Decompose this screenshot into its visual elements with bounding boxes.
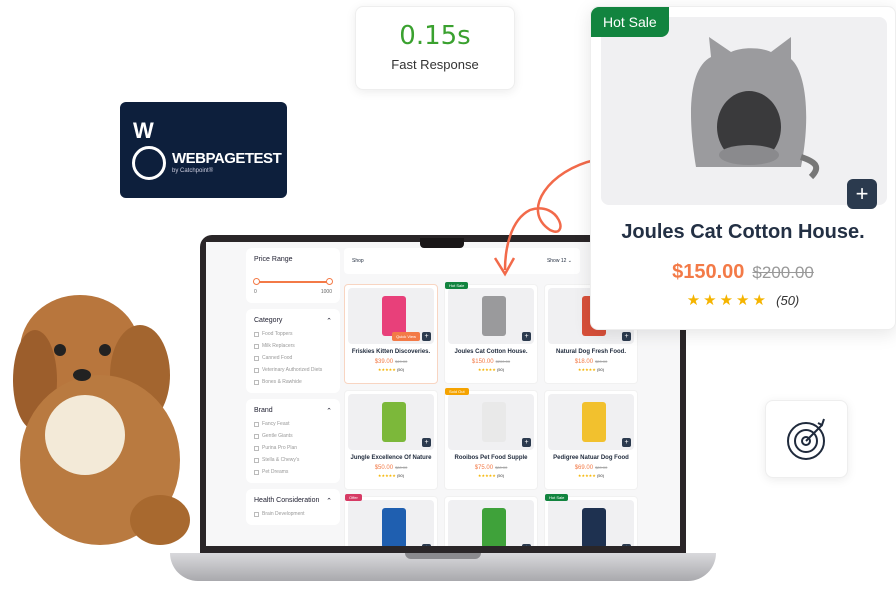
laptop-notch (405, 553, 481, 559)
price-max: 1000 (320, 289, 332, 295)
hot-sale-badge: Hot Sale (591, 7, 669, 37)
speed-card: 0.15s Fast Response (355, 6, 515, 90)
category-option[interactable]: Bones & Rawhide (254, 379, 332, 385)
product-image: + (548, 500, 634, 546)
product-card[interactable]: + (444, 496, 538, 546)
rating-stars: ★★★★★ (50) (686, 292, 800, 309)
product-image: + (348, 394, 434, 450)
product-card[interactable]: + Offer (344, 494, 438, 546)
shop-title: Shop (352, 258, 364, 264)
add-to-cart-button[interactable]: + (422, 438, 431, 447)
rating-stars: ★★★★★ (50) (477, 473, 505, 478)
product-card[interactable]: + Hot Sale Joules Cat Cotton House. $150… (444, 282, 538, 384)
product-image: + (548, 394, 634, 450)
add-to-cart-button[interactable]: + (622, 438, 631, 447)
product-image: + (448, 394, 534, 450)
brand-option[interactable]: Pet Dreams (254, 469, 332, 475)
brand-option[interactable]: Fancy Feast (254, 421, 332, 427)
speed-label: Fast Response (391, 57, 479, 72)
health-option[interactable]: Brain Development (254, 511, 332, 517)
price-range-filter: Price Range 0 1000 (246, 248, 340, 303)
product-badge: Offer (345, 494, 362, 501)
product-price: $39.00 $49.00 (374, 359, 408, 365)
add-to-cart-button[interactable]: + (422, 332, 431, 341)
target-icon (787, 418, 825, 460)
add-to-cart-button[interactable]: + (522, 332, 531, 341)
product-card[interactable]: + Sold Out Rooibos Pet Food Supple $75.0… (444, 388, 538, 490)
rating-stars: ★★★★★ (50) (577, 367, 605, 372)
webpagetest-logo: W WEBPAGETEST by Catchpoint® (120, 102, 287, 198)
category-option[interactable]: Canned Food (254, 355, 332, 361)
cat-house-image: + (601, 17, 887, 209)
chevron-up-icon[interactable]: ⌃ (326, 497, 332, 505)
category-title: Category (254, 317, 283, 324)
rating-count: (50) (776, 293, 800, 308)
gauge-icon (132, 146, 166, 180)
shop-sidebar: Price Range 0 1000 Category ⌃ Food Toppers… (246, 248, 340, 531)
product-price: $18.00 $20.00 (574, 359, 608, 365)
add-to-cart-button[interactable]: + (622, 332, 631, 341)
price-min: 0 (254, 289, 257, 295)
rating-stars: ★★★★★ (50) (577, 473, 605, 478)
brand-filter: Brand ⌃ Fancy Feast Gentle Giants Purina … (246, 399, 340, 483)
target-card (765, 400, 848, 478)
add-to-cart-button[interactable]: + (847, 179, 877, 209)
dog-illustration (10, 270, 210, 560)
product-image: Quick View + (348, 288, 434, 344)
rating-stars: ★★★★★ (50) (477, 367, 505, 372)
product-badge: Hot Sale (545, 494, 569, 501)
product-card[interactable]: + Pedigree Natuar Dog Food $69.00 $89.00 … (544, 390, 638, 490)
product-card[interactable]: + Jungle Excellence Of Nature $50.00 $80.… (344, 390, 438, 490)
product-price: $150.00 $200.00 (471, 359, 511, 365)
curved-arrow (493, 158, 596, 277)
health-title: Health Consideration (254, 497, 320, 504)
brand-option[interactable]: Gentle Giants (254, 433, 332, 439)
logo-title: WEBPAGETEST (172, 150, 282, 167)
product-image: + (448, 288, 534, 344)
add-to-cart-button[interactable]: + (422, 544, 431, 546)
product-name[interactable]: Friskies Kitten Discoveries. (345, 349, 437, 355)
product-price: $150.00 $200.00 (672, 261, 814, 283)
product-name[interactable]: Rooibos Pet Food Supple (445, 455, 537, 461)
health-filter: Health Consideration ⌃ Brain Development (246, 489, 340, 525)
product-badge: Hot Sale (445, 282, 469, 289)
product-name[interactable]: Joules Cat Cotton House. (591, 221, 895, 244)
product-image: + (448, 500, 534, 546)
product-name[interactable]: Joules Cat Cotton House. (445, 349, 537, 355)
product-price: $50.00 $80.00 (374, 465, 408, 471)
product-card[interactable]: + Hot Sale (544, 494, 638, 546)
product-price: $69.00 $89.00 (574, 465, 608, 471)
category-option[interactable]: Veterinary Authorized Diets (254, 367, 332, 373)
old-price: $200.00 (752, 263, 814, 282)
chevron-up-icon[interactable]: ⌃ (326, 317, 332, 325)
category-filter: Category ⌃ Food Toppers Milk Replacers Ca… (246, 309, 340, 393)
brand-title: Brand (254, 407, 273, 414)
add-to-cart-button[interactable]: + (522, 438, 531, 447)
category-option[interactable]: Milk Replacers (254, 343, 332, 349)
product-badge: Sold Out (445, 388, 469, 395)
quick-view-button[interactable]: Quick View (392, 332, 420, 341)
logo-letter: W (133, 118, 154, 143)
add-to-cart-button[interactable]: + (522, 544, 531, 546)
product-name[interactable]: Jungle Excellence Of Nature (345, 455, 437, 461)
product-image: + (348, 500, 434, 546)
brand-option[interactable]: Stella & Chewy's (254, 457, 332, 463)
rating-stars: ★★★★★ (50) (377, 367, 405, 372)
product-popup-card[interactable]: + Hot Sale Joules Cat Cotton House. $150… (590, 6, 896, 330)
logo-subtitle: by Catchpoint® (172, 168, 214, 174)
speed-value: 0.15s (399, 21, 471, 51)
brand-option[interactable]: Purina Pro Plan (254, 445, 332, 451)
rating-stars: ★★★★★ (50) (377, 473, 405, 478)
price-range-title: Price Range (254, 256, 293, 263)
category-option[interactable]: Food Toppers (254, 331, 332, 337)
price-slider[interactable] (253, 278, 333, 285)
product-price: $75.00 $80.00 (474, 465, 508, 471)
product-card[interactable]: Quick View + Friskies Kitten Discoveries.… (344, 284, 438, 384)
product-name[interactable]: Pedigree Natuar Dog Food (545, 455, 637, 461)
add-to-cart-button[interactable]: + (622, 544, 631, 546)
camera-notch (420, 238, 464, 248)
product-name[interactable]: Natural Dog Fresh Food. (545, 349, 637, 355)
chevron-up-icon[interactable]: ⌃ (326, 407, 332, 415)
